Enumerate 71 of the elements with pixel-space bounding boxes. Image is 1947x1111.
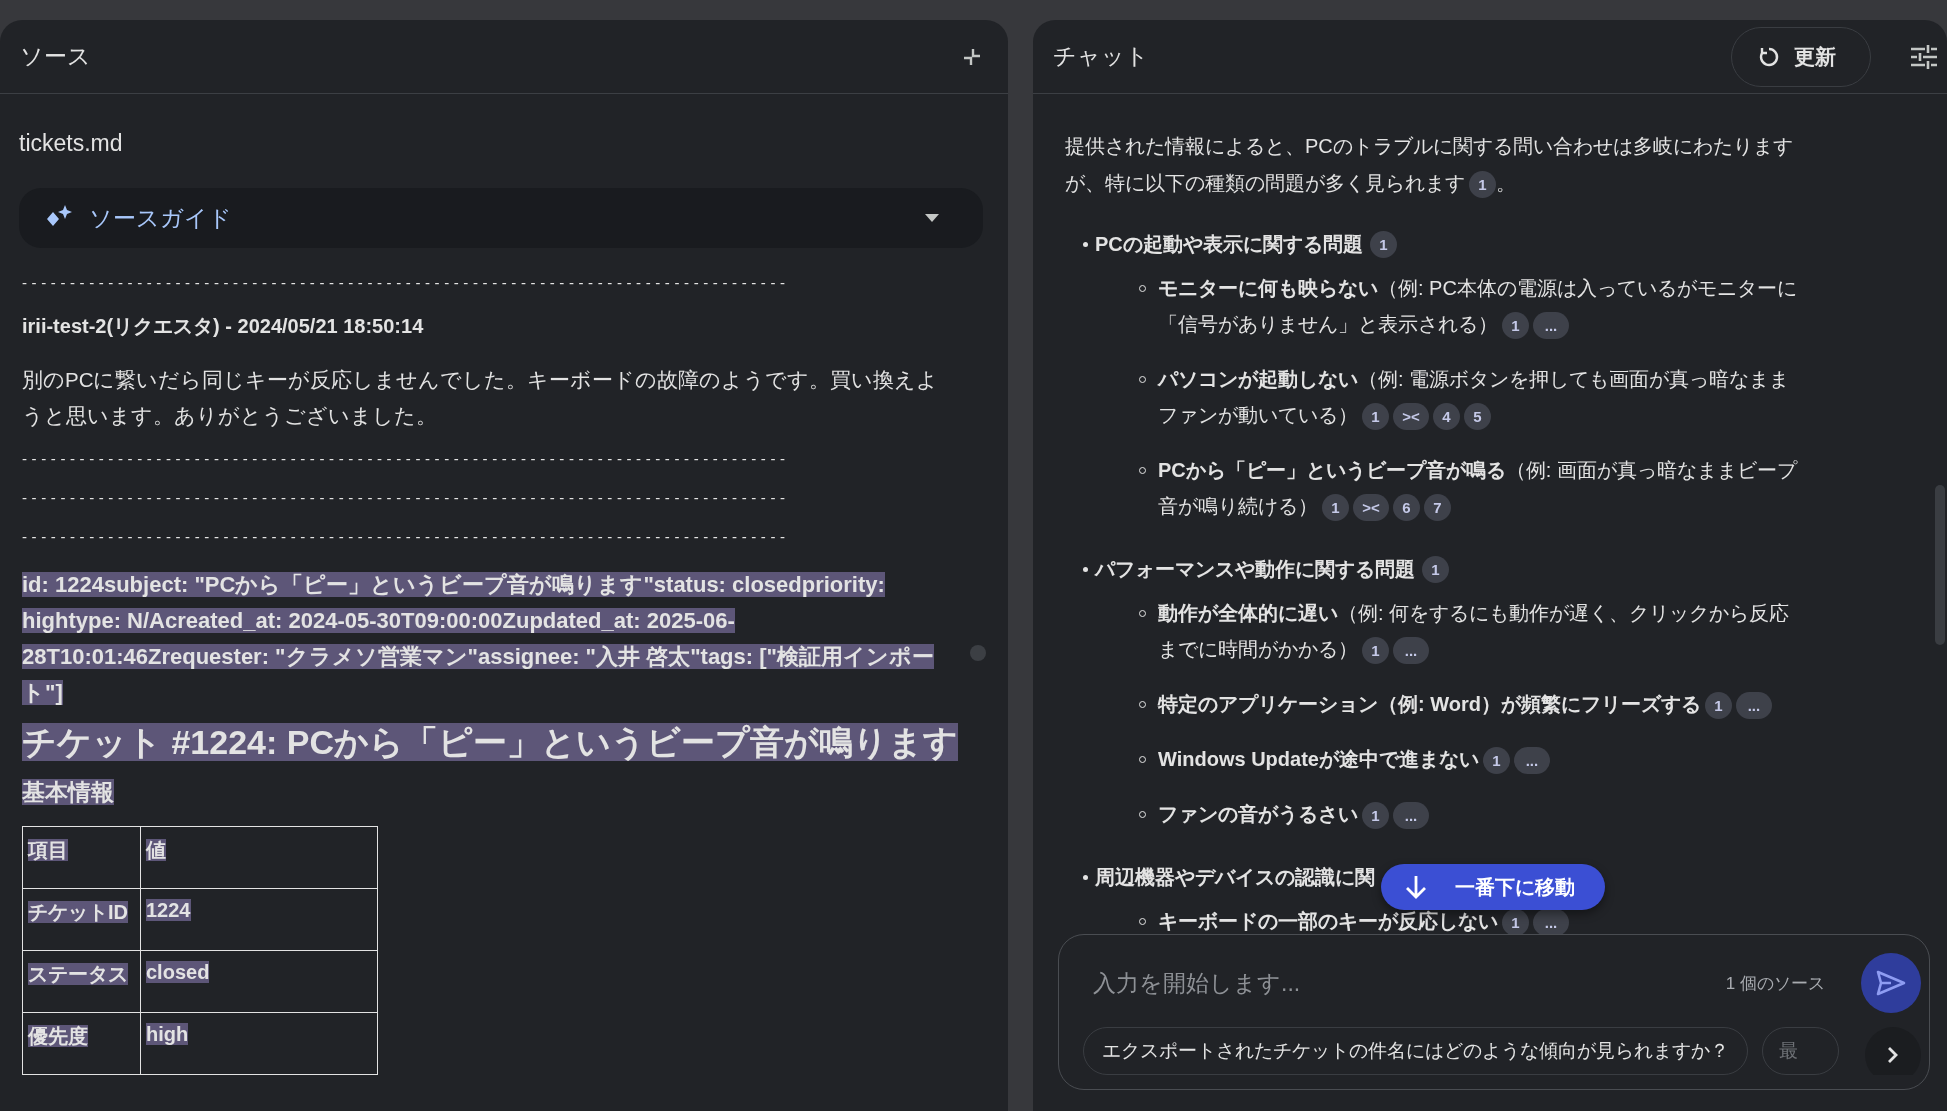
- answer-text: 提供された情報によると、PCのトラブルに関する問い合わせは多岐にわたりますが、特に以下の種類の問題が多く見られます 1 。: [1065, 128, 1807, 202]
- comment-text: 別のPCに繋いだら同じキーが反応しませんでした。キーボードの故障のようです。買い換えようと思います。ありがとうございました。: [22, 367, 940, 429]
- citation-chip[interactable]: 1: [1422, 555, 1449, 583]
- citation-chip[interactable]: 6: [1393, 494, 1420, 522]
- citation-chip[interactable]: ...: [1393, 637, 1429, 665]
- list-item-text: パソコンが起動しない（例: 電源ボタンを押しても画面が真っ暗なままファンが動いている） 1 >< 4 5: [1158, 361, 1807, 433]
- citation-chip[interactable]: 1: [1369, 230, 1397, 258]
- panel-title: チャット: [1053, 42, 1150, 71]
- table-cell: closed: [146, 960, 210, 983]
- table-cell: 値: [146, 838, 166, 861]
- source-guide-button[interactable]: ソースガイド: [19, 188, 983, 248]
- list-item-text: ファンの音がうるさい 1 ...: [1158, 796, 1429, 832]
- citation-chip[interactable]: 1: [1362, 403, 1389, 431]
- metadata-text: id: 1224subject: "PCから「ピー」というビープ音が鳴ります"status: closedpriority: hightype: N/Acreated_at: 2024-05-30T09:00:00Zupdated_at: 2025-06-28T10:01:46Zrequester: "クラメソ営業マン"assignee: "入井 啓太"tags: ["検証用インポート"]: [22, 571, 935, 707]
- citation-chip[interactable]: ...: [1735, 692, 1772, 720]
- dashed-separator-text: --------------------------------------------------------------------------------: [22, 274, 791, 291]
- panel-title: ソース: [20, 42, 92, 71]
- bullet-icon: [1083, 874, 1088, 880]
- scrollbar-thumb[interactable]: [1935, 485, 1945, 645]
- citation-chip[interactable]: 1: [1704, 692, 1732, 720]
- arrow-down-icon: [1405, 875, 1427, 899]
- bullet-icon: [1083, 566, 1088, 572]
- comment-author: irii-test-2(リクエスタ) - 2024/05/21 18:50:14: [22, 314, 425, 339]
- citation-chip[interactable]: ><: [1353, 494, 1389, 522]
- citation-chip[interactable]: 4: [1433, 403, 1460, 431]
- citation-chip[interactable]: 1: [1502, 312, 1529, 340]
- ticket-heading: チケット #1224: PCから「ピー」というビープ音が鳴ります: [22, 722, 959, 763]
- settings-icon[interactable]: [1911, 44, 1937, 69]
- chevron-right-icon: [1887, 1046, 1899, 1064]
- table-cell: 項目: [28, 838, 68, 861]
- table-cell: high: [146, 1022, 189, 1045]
- citation-chip[interactable]: 5: [1464, 403, 1491, 431]
- next-button[interactable]: [1865, 1027, 1921, 1075]
- citation-chip[interactable]: 1: [1469, 171, 1496, 199]
- citation-chip[interactable]: 1: [1362, 637, 1389, 665]
- dashed-separator-text: --------------------------------------------------------------------------------: [22, 528, 791, 545]
- table-cell: 1224: [146, 898, 191, 921]
- citation-chip[interactable]: ...: [1533, 909, 1569, 934]
- scroll-to-bottom-button[interactable]: 一番下に移動: [1381, 864, 1605, 910]
- table-cell: チケットID: [28, 900, 128, 923]
- table-cell: ステータス: [28, 962, 128, 985]
- send-button[interactable]: [1861, 953, 1921, 1013]
- list-item-text: 動作が全体的に遅い（例: 何をするにも動作が遅く、クリックから反応までに時間がかかる） 1 ...: [1158, 595, 1807, 667]
- citation-chip[interactable]: ...: [1533, 312, 1569, 340]
- source-count: 1 個のソース: [1725, 972, 1825, 995]
- send-icon: [1876, 970, 1906, 996]
- citation-chip[interactable]: 1: [1482, 747, 1510, 775]
- section-heading: 基本情報: [22, 777, 115, 807]
- scroll-dot-icon: [970, 645, 986, 661]
- citation-chip[interactable]: 1: [1362, 802, 1389, 830]
- caret-icon: [925, 214, 939, 222]
- file-title: tickets.md: [19, 129, 124, 158]
- citation-chip[interactable]: 7: [1424, 494, 1451, 522]
- citation-chip[interactable]: ><: [1393, 403, 1429, 431]
- list-heading: パフォーマンスや動作に関する問題: [1095, 556, 1415, 582]
- list-item-text: Windows Updateが途中で進まない 1 ...: [1158, 741, 1550, 777]
- list-item-text: モニターに何も映らない（例: PC本体の電源は入っているがモニターに「信号がありません」と表示される） 1 ...: [1158, 270, 1807, 342]
- citation-chip[interactable]: ...: [1513, 747, 1550, 775]
- dashed-separator-text: --------------------------------------------------------------------------------: [22, 489, 791, 506]
- list-item-text: PCから「ピー」というビープ音が鳴る（例: 画面が真っ暗なままビープ音が鳴り続ける） 1 >< 6 7: [1158, 452, 1807, 524]
- citation-chip[interactable]: 1: [1502, 909, 1529, 934]
- chat-input-field[interactable]: 入力を開始します...: [1083, 969, 1726, 997]
- table-cell: 優先度: [28, 1024, 88, 1047]
- refresh-icon: [1758, 45, 1780, 68]
- citation-chip[interactable]: ...: [1393, 802, 1429, 830]
- dashed-separator-text: --------------------------------------------------------------------------------: [22, 450, 791, 467]
- list-heading: PCの起動や表示に関する問題: [1095, 231, 1363, 257]
- list-item-text: 特定のアプリケーション（例: Word）が頻繁にフリーズする 1 ...: [1158, 686, 1772, 722]
- bullet-icon: [1083, 241, 1088, 247]
- citation-chip[interactable]: 1: [1322, 494, 1349, 522]
- list-heading: 周辺機器やデバイスの認識に関: [1095, 864, 1375, 890]
